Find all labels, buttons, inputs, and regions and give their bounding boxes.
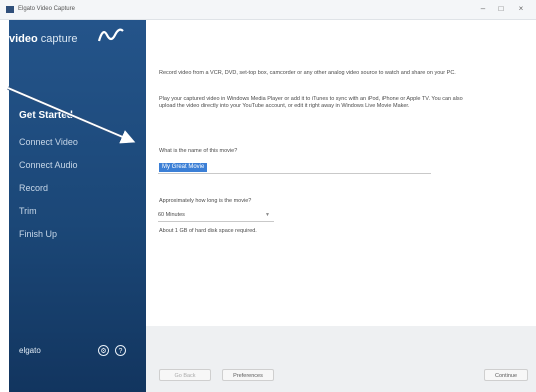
annotation-arrow: [7, 86, 136, 144]
